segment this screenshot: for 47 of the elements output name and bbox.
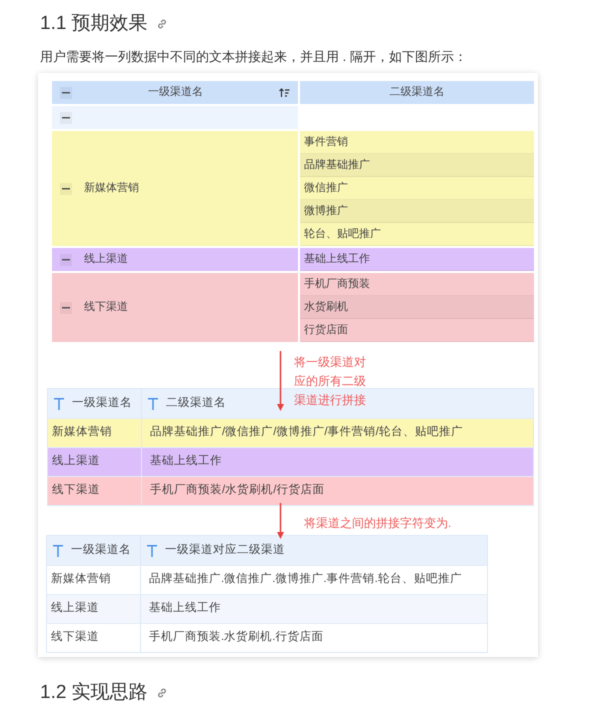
group-label: 线上渠道 [84, 252, 128, 268]
table-cell-text: 品牌基础推广.微信推广.微博推广.事件营销.轮台、贴吧推广 [148, 571, 463, 588]
text-type-icon [147, 544, 157, 556]
link-icon[interactable] [156, 687, 168, 700]
intro-paragraph: 用户需要将一列数据中不同的文本拼接起来，并且用 . 隔开，如下图所示： [40, 48, 467, 66]
column-header: 二级渠道名 [300, 81, 534, 104]
table-cell-text: 手机厂商预装/水货刷机/行货店面 [149, 482, 326, 498]
link-icon[interactable] [156, 18, 168, 30]
table-cell: 微博推广 [300, 200, 534, 223]
section-heading: 1.1 预期效果 [40, 12, 148, 36]
collapse-icon[interactable] [60, 254, 72, 266]
table-cell-text: 基础上线工作 [149, 454, 223, 470]
table-cell-text: 品牌基础推广/微信推广/微博推广/事件营销/轮台、贴吧推广 [149, 424, 464, 440]
annotation-text: 将一级渠道对 [294, 354, 366, 371]
down-arrow [277, 351, 284, 411]
table-cell: 线下渠道 [48, 477, 142, 505]
table-cell: 品牌基础推广 [300, 154, 534, 177]
column-title: 一级渠道名 [147, 84, 204, 100]
column-title: 一级渠道对应二级渠道 [165, 542, 285, 558]
group-label: 线下渠道 [84, 300, 128, 316]
sort-icon[interactable] [279, 88, 290, 98]
table-cell-text: 手机厂商预装.水货刷机.行货店面 [148, 629, 324, 646]
table-cell: 事件营销 [300, 131, 534, 154]
column-title: 二级渠道名 [166, 396, 226, 411]
annotation-text: 渠道进行拼接 [294, 392, 366, 409]
collapse-icon[interactable] [60, 112, 72, 124]
column-title: 一级渠道名 [72, 396, 132, 411]
table-cell: 手机厂商预装 [300, 273, 534, 296]
table-cell: 行货店面 [300, 319, 534, 342]
table-cell: 轮台、贴吧推广 [300, 223, 534, 246]
table-cell-text: 基础上线工作 [148, 600, 222, 616]
table-cell: 水货刷机 [300, 296, 534, 319]
text-type-icon [53, 544, 63, 556]
annotation-text: 将渠道之间的拼接字符变为. [304, 515, 452, 532]
down-arrow [277, 503, 284, 539]
table-cell: 线下渠道 [47, 624, 141, 652]
section-heading: 1.2 实现思路 [40, 681, 148, 705]
table-cell: 微信推广 [300, 177, 534, 200]
collapse-icon[interactable] [60, 182, 72, 194]
column-title: 一级渠道名 [71, 542, 131, 558]
table-cell: 基础上线工作 [300, 248, 534, 271]
group-label: 新媒体营销 [84, 180, 139, 196]
collapse-icon[interactable] [60, 302, 72, 314]
collapse-icon[interactable] [60, 86, 72, 98]
text-type-icon [54, 398, 64, 410]
text-type-icon [148, 398, 158, 410]
annotation-text: 应的所有二级 [294, 373, 366, 390]
